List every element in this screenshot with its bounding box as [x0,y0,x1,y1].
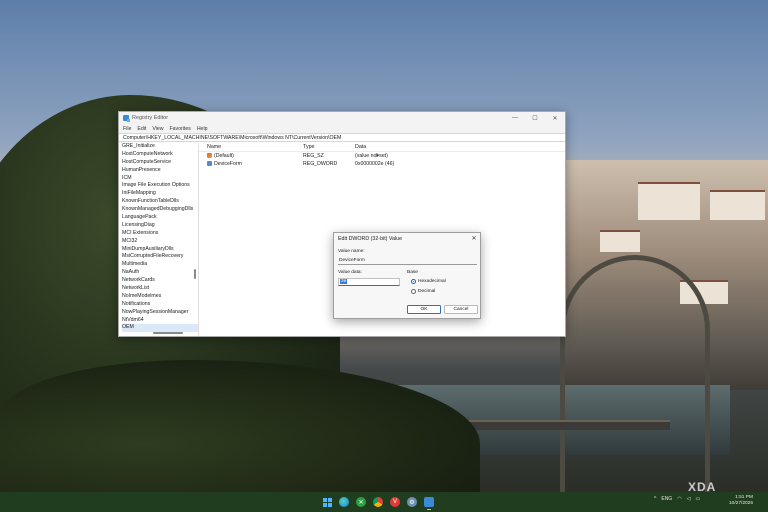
menu-edit[interactable]: Edit [137,126,146,132]
chrome-icon[interactable] [373,497,383,507]
tree-item[interactable]: HostComputeNetwork [122,151,198,159]
value-name: (Default) [214,153,234,159]
column-name[interactable]: Name [207,143,303,151]
tree-item[interactable]: NetworkList [122,285,198,293]
menu-view[interactable]: View [152,126,163,132]
value-name-label: Value name: [338,249,365,254]
tree-item[interactable]: NowPlayingSessionManager [122,309,198,317]
dialog-title: Edit DWORD (32-bit) Value [338,235,403,242]
tree-item[interactable]: LicensingDiag [122,222,198,230]
radio-button-checked[interactable] [411,279,416,284]
value-data-label: Value data: [338,270,362,275]
wallpaper-foliage [0,360,480,492]
radio-button-unchecked[interactable] [411,289,416,294]
tree-item[interactable]: KnownManagedDebuggingDlls [122,206,198,214]
tree-item[interactable]: MiniDumpAuxiliaryDlls [122,246,198,254]
value-type: REG_SZ [303,153,324,159]
taskbar: ✕ V ⚙ ^ ENG ◠ ◁ ▭ 1:51 PM 10/27/2025 [0,492,768,512]
window-controls: — ☐ ✕ [505,112,565,124]
tree-item[interactable]: HumanPresence [122,167,198,175]
tree-item[interactable]: Notifications [122,301,198,309]
title-bar[interactable]: Registry Editor — ☐ ✕ [119,112,565,124]
column-data[interactable]: Data [355,143,475,151]
value-data: 0x0000002e (46) [355,161,395,167]
wifi-icon[interactable]: ◠ [677,496,681,502]
mouse-cursor-icon: ➤ [375,153,381,159]
regedit-taskbar-icon[interactable] [424,497,434,510]
radio-hexadecimal[interactable]: Hexadecimal [411,279,446,284]
menu-favorites[interactable]: Favorites [169,126,190,132]
tree-item[interactable]: MCI32 [122,238,198,246]
windows-logo-icon [322,497,332,507]
menu-bar: File Edit View Favorites Help [119,124,565,133]
xbox-icon[interactable]: ✕ [356,497,366,507]
clock[interactable]: 1:51 PM 10/27/2025 [729,495,753,507]
value-type: REG_DWORD [303,161,338,167]
tree-item[interactable]: NaAuth [122,269,198,277]
string-value-icon [207,153,212,159]
dialog-title-bar[interactable]: Edit DWORD (32-bit) Value ✕ [334,233,480,244]
value-data-selection: 2e [340,279,348,284]
cancel-button[interactable]: Cancel [444,305,478,314]
minimize-button[interactable]: — [505,112,525,124]
maximize-button[interactable]: ☐ [525,112,545,124]
edge-icon[interactable] [339,497,349,507]
values-header: Name Type Data [199,143,565,152]
volume-icon[interactable]: ◁ [687,496,691,502]
wallpaper-bridge-arch [560,255,710,492]
edit-dword-dialog[interactable]: Edit DWORD (32-bit) Value ✕ Value name: … [333,232,481,319]
tree-horizontal-scrollbar[interactable] [153,332,183,334]
ok-button[interactable]: OK [407,305,441,314]
radio-decimal[interactable]: Decimal [411,289,435,294]
key-tree-list: GRE_Initialize HostComputeNetwork HostComp… [119,143,198,333]
tree-item[interactable]: MsiCorruptedFileRecovery [122,253,198,261]
tray-chevron-icon[interactable]: ^ [654,496,656,502]
tree-item[interactable]: HostComputeService [122,159,198,167]
vivaldi-icon[interactable]: V [390,497,400,507]
battery-icon[interactable]: ▭ [695,496,700,502]
system-tray: ^ ENG ◠ ◁ ▭ [654,496,700,502]
start-button[interactable] [322,497,332,507]
tree-item[interactable]: ICM [122,175,198,183]
close-button[interactable]: ✕ [545,112,565,124]
address-bar[interactable]: Computer\HKEY_LOCAL_MACHINE\SOFTWARE\Mic… [119,133,565,142]
value-row[interactable]: (Default) REG_SZ (value not set) [199,152,565,160]
tree-item[interactable]: NetworkCards [122,277,198,285]
settings-icon[interactable]: ⚙ [407,497,417,507]
clock-date: 10/27/2025 [729,501,754,506]
tree-vertical-scrollbar[interactable] [194,269,196,279]
tree-item[interactable]: Image File Execution Options [122,182,198,190]
tree-item[interactable]: MCI Extensions [122,230,198,238]
value-data: (value not set) [355,153,388,159]
tree-item[interactable]: NoImeModelmes [122,293,198,301]
language-indicator[interactable]: ENG [661,496,672,502]
value-data-input[interactable]: 2e [338,278,400,286]
menu-help[interactable]: Help [197,126,208,132]
tree-item[interactable]: IniFileMapping [122,190,198,198]
tree-item[interactable]: Multimedia [122,261,198,269]
radio-label-decimal: Decimal [418,289,436,294]
key-tree[interactable]: GRE_Initialize HostComputeNetwork HostComp… [119,143,199,336]
regedit-icon [123,115,130,122]
tree-item[interactable]: GRE_Initialize [122,143,198,151]
column-type[interactable]: Type [303,143,355,151]
tree-item[interactable]: KnownFunctionTableDlls [122,198,198,206]
dword-value-icon [207,161,212,167]
value-name: DeviceForm [214,161,242,167]
taskbar-apps: ✕ V ⚙ [322,497,434,510]
tree-item[interactable]: NtVdm64 [122,317,198,325]
menu-file[interactable]: File [123,126,131,132]
value-name-field: DeviceForm [338,257,477,265]
base-label: Base [407,270,418,275]
tree-item[interactable]: LanguagePack [122,214,198,222]
radio-label-hexadecimal: Hexadecimal [418,279,446,284]
window-title: Registry Editor [132,115,169,121]
dialog-close-button[interactable]: ✕ [468,233,480,244]
value-row[interactable]: DeviceForm REG_DWORD 0x0000002e (46) [199,160,565,168]
